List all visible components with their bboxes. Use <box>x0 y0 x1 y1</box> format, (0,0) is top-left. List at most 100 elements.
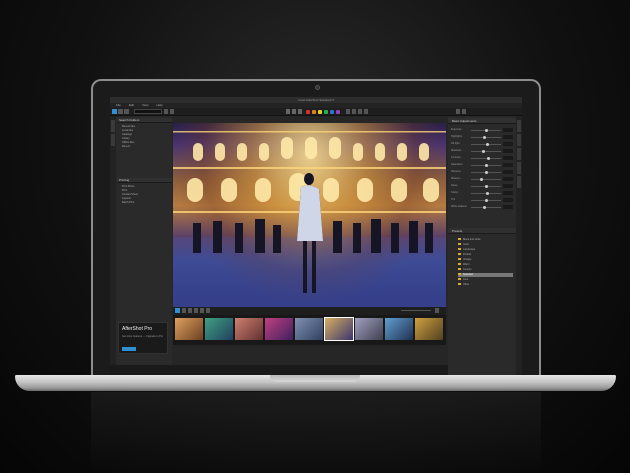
adjustment-slider-row[interactable]: Highlights <box>451 135 513 139</box>
filmstrip-thumbnail[interactable] <box>235 318 263 340</box>
star-rating-icon[interactable] <box>292 109 296 114</box>
single-view-button[interactable] <box>175 308 180 313</box>
slider-value-field[interactable] <box>503 142 513 146</box>
slider-value-field[interactable] <box>503 177 513 181</box>
preset-item[interactable]: Portrait <box>458 253 513 257</box>
preset-item[interactable]: Black and white <box>458 238 513 242</box>
slider-handle[interactable] <box>483 205 487 209</box>
promo-banner[interactable]: AfterShot Pro Get more features — Upgrad… <box>118 322 168 354</box>
adjustment-slider-row[interactable]: Noise <box>451 184 513 188</box>
slider-value-field[interactable] <box>503 191 513 195</box>
rotate-left-icon[interactable] <box>346 109 350 114</box>
heal-icon[interactable] <box>200 308 204 313</box>
preset-item[interactable]: Landscape <box>458 248 513 252</box>
slider-handle[interactable] <box>483 135 487 139</box>
slider-handle[interactable] <box>485 191 489 195</box>
filmstrip-thumbnail-selected[interactable] <box>324 317 354 341</box>
tab-library[interactable] <box>111 120 115 132</box>
output-panel-header[interactable]: Printing <box>117 178 172 183</box>
preset-item[interactable]: Selected <box>458 273 513 277</box>
filmstrip-thumbnail[interactable] <box>355 318 383 340</box>
slider-handle[interactable] <box>484 170 488 174</box>
star-rating-icon[interactable] <box>298 109 302 114</box>
color-label-blue[interactable] <box>330 110 334 114</box>
search-input[interactable] <box>134 109 162 114</box>
search-icon[interactable] <box>164 109 168 114</box>
slider-value-field[interactable] <box>503 170 513 174</box>
zoom-icon[interactable] <box>206 308 210 313</box>
color-label-purple[interactable] <box>336 110 340 114</box>
preset-item[interactable]: Cool <box>458 278 513 282</box>
adjustment-slider-row[interactable]: Saturation <box>451 163 513 167</box>
slider-value-field[interactable] <box>503 135 513 139</box>
color-label-orange[interactable] <box>312 110 316 114</box>
zoom-slider[interactable] <box>401 310 431 311</box>
adjustments-header[interactable]: Basic Adjustments <box>448 118 516 124</box>
color-label-yellow[interactable] <box>318 110 322 114</box>
adjustment-slider-row[interactable]: White balance <box>451 205 513 209</box>
tab-folders[interactable] <box>111 134 115 146</box>
slider-handle[interactable] <box>481 149 485 153</box>
slider-handle[interactable] <box>485 142 489 146</box>
crop-icon[interactable] <box>182 308 186 313</box>
redo-icon[interactable] <box>364 109 368 114</box>
adjustment-slider-row[interactable]: Fill light <box>451 142 513 146</box>
main-photo-viewer[interactable] <box>173 123 446 307</box>
preset-item[interactable]: Warm <box>458 263 513 267</box>
adjustment-slider-row[interactable]: Vibrance <box>451 170 513 174</box>
adjustment-slider-row[interactable]: Sharpen <box>451 177 513 181</box>
output-mode-button[interactable] <box>124 109 129 114</box>
slider-value-field[interactable] <box>503 184 513 188</box>
tab-standard[interactable] <box>517 120 521 132</box>
slider-track[interactable] <box>471 178 501 180</box>
tree-item[interactable]: Recent <box>122 145 130 149</box>
slider-value-field[interactable] <box>503 128 513 132</box>
slider-value-field[interactable] <box>503 149 513 153</box>
filter-icon[interactable] <box>170 109 174 114</box>
slider-value-field[interactable] <box>503 163 513 167</box>
adjustment-slider-row[interactable]: Contrast <box>451 156 513 160</box>
adjustment-slider-row[interactable]: Tint <box>451 198 513 202</box>
edit-mode-button[interactable] <box>118 109 123 114</box>
slider-track[interactable] <box>471 157 501 159</box>
redeye-icon[interactable] <box>194 308 198 313</box>
upgrade-button[interactable] <box>122 347 136 351</box>
preset-item[interactable]: Vintage <box>458 258 513 262</box>
rotate-right-icon[interactable] <box>352 109 356 114</box>
preset-item[interactable]: Custom <box>458 268 513 272</box>
filmstrip-thumbnail[interactable] <box>415 318 443 340</box>
preset-item[interactable]: Color <box>458 243 513 247</box>
presets-header[interactable]: Presets <box>448 228 516 234</box>
tree-item[interactable]: Batch Print <box>122 201 134 205</box>
adjustment-slider-row[interactable]: Shadows <box>451 149 513 153</box>
tab-color[interactable] <box>517 134 521 146</box>
slider-value-field[interactable] <box>503 156 513 160</box>
slider-handle[interactable] <box>484 128 488 132</box>
filmstrip-thumbnail[interactable] <box>295 318 323 340</box>
undo-icon[interactable] <box>358 109 362 114</box>
slider-value-field[interactable] <box>503 198 513 202</box>
filmstrip-thumbnail[interactable] <box>175 318 203 340</box>
panel-toggle-icon[interactable] <box>456 109 460 114</box>
adjustment-slider-row[interactable]: Exposure <box>451 128 513 132</box>
adjustment-slider-row[interactable]: Clarity <box>451 191 513 195</box>
settings-icon[interactable] <box>462 109 466 114</box>
browse-mode-button[interactable] <box>112 109 117 114</box>
slider-handle[interactable] <box>484 163 488 167</box>
color-label-green[interactable] <box>324 110 328 114</box>
straighten-icon[interactable] <box>188 308 192 313</box>
star-rating-icon[interactable] <box>286 109 290 114</box>
color-label-red[interactable] <box>306 110 310 114</box>
filmstrip-thumbnail[interactable] <box>205 318 233 340</box>
filmstrip-thumbnail[interactable] <box>265 318 293 340</box>
browse-panel-header[interactable]: Search Folders <box>117 118 172 123</box>
slider-track[interactable] <box>471 150 501 152</box>
tab-tone[interactable] <box>517 148 521 160</box>
slider-handle[interactable] <box>484 198 488 202</box>
fullscreen-icon[interactable] <box>435 308 439 313</box>
filmstrip-thumbnail[interactable] <box>385 318 413 340</box>
slider-value-field[interactable] <box>503 205 513 209</box>
slider-handle[interactable] <box>484 184 488 188</box>
tab-metadata[interactable] <box>517 176 521 188</box>
tab-detail[interactable] <box>517 162 521 174</box>
